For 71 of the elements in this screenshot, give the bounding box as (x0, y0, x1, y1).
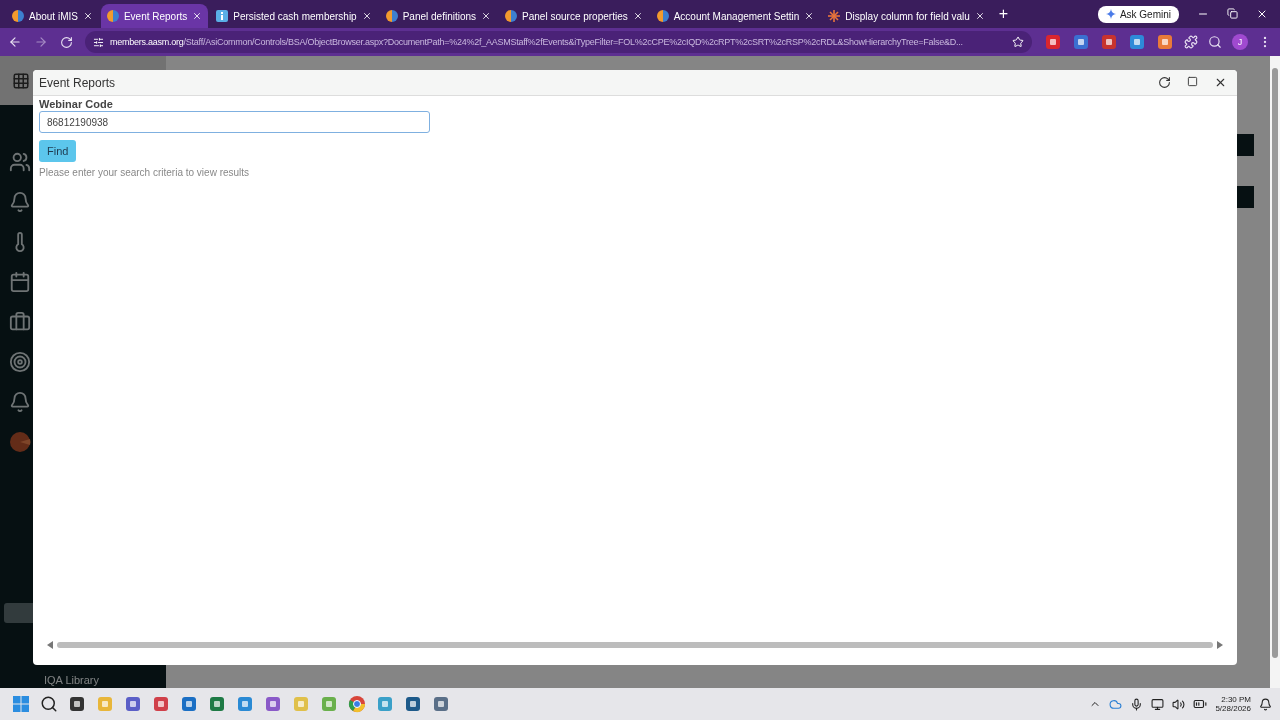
close-icon[interactable] (974, 11, 985, 21)
browser-tab[interactable]: Display column for field valu (822, 4, 991, 28)
logo-icon (505, 10, 518, 22)
calendar-icon[interactable] (9, 271, 31, 293)
close-icon[interactable] (82, 11, 93, 21)
microphone-icon[interactable] (1130, 697, 1144, 711)
chrome-icon[interactable] (348, 695, 366, 713)
scrollbar[interactable] (1272, 68, 1278, 658)
speaker-icon[interactable] (1172, 697, 1186, 711)
app-grid-icon[interactable] (12, 71, 30, 90)
site-settings-icon[interactable] (93, 36, 104, 48)
logo-icon (656, 10, 669, 22)
browser-tab[interactable]: Panel source properties (499, 4, 649, 28)
ask-gemini-button[interactable]: Ask Gemini (1097, 5, 1179, 23)
webinar-code-field[interactable]: 86812190938 (39, 111, 430, 133)
search-icon[interactable] (40, 695, 58, 713)
notification-icon[interactable] (1259, 697, 1272, 711)
clock-time: 2:30 PM (1221, 695, 1251, 704)
briefcase-icon[interactable] (9, 311, 31, 333)
scroll-right-icon[interactable] (1217, 641, 1223, 649)
horizontal-scrollbar[interactable] (57, 642, 1213, 648)
help-text: Please enter your search criteria to view results (39, 167, 250, 178)
battery-icon[interactable] (1193, 697, 1208, 711)
scroll-left-icon[interactable] (47, 641, 53, 649)
restore-icon[interactable] (1227, 8, 1238, 19)
close-icon[interactable] (1214, 76, 1227, 89)
dialog-title: Event Reports (39, 75, 116, 90)
forward-icon[interactable] (34, 35, 48, 49)
browser-tab[interactable]: About iMIS (6, 4, 99, 28)
extension-icon[interactable] (1044, 33, 1062, 51)
search-icon[interactable] (1208, 35, 1222, 49)
monitor-icon[interactable] (1151, 697, 1165, 711)
new-tab-button[interactable]: + (992, 5, 1015, 23)
asterisk-icon (828, 10, 841, 22)
logo-icon (106, 10, 119, 22)
info-icon (216, 10, 229, 22)
close-icon[interactable] (192, 11, 203, 21)
extension-icon[interactable] (1128, 33, 1146, 51)
clock-date: 5/28/2026 (1215, 704, 1251, 713)
sparkle-icon (1105, 9, 1116, 19)
bell-icon[interactable] (9, 191, 31, 213)
maximize-icon[interactable] (1187, 76, 1198, 87)
extension-icon[interactable] (1156, 33, 1174, 51)
find-button[interactable]: Find (39, 140, 77, 162)
close-icon[interactable] (361, 11, 372, 21)
windows-icon[interactable] (12, 695, 30, 713)
logo-icon (12, 10, 24, 22)
cloud-icon[interactable] (1109, 697, 1123, 711)
browser-tab[interactable]: Panel definitions (379, 4, 498, 28)
logo-icon (385, 10, 398, 22)
browser-tab[interactable]: Event Reports (100, 4, 209, 28)
pie-icon[interactable] (9, 431, 31, 453)
people-icon[interactable] (9, 151, 31, 173)
target-icon[interactable] (9, 351, 31, 373)
sidebar-link[interactable]: IQA Library (0, 674, 166, 688)
close-icon[interactable] (632, 11, 643, 21)
extension-icon[interactable] (1072, 33, 1090, 51)
close-icon[interactable] (1256, 8, 1268, 20)
browser-tab[interactable]: Account Management Settin (650, 4, 821, 28)
field-label: Webinar Code (39, 98, 113, 110)
profile-avatar[interactable]: J (1232, 34, 1248, 50)
reload-icon[interactable] (60, 35, 73, 49)
extensions-icon[interactable] (1184, 35, 1198, 49)
star-icon[interactable] (1012, 36, 1024, 48)
browser-tab[interactable]: Persisted cash membership (210, 4, 378, 28)
address-field[interactable]: members.aasm.org/Staff/AsiCommon/Controls/BSA/ObjectBrowser.aspx?DocumentPath=%24%2f_AASMStaff%2fEvents&iTypeFilter=FOL%2cCPE%2cIQD%2cRPT%2cSRT%2cRSP%2cRDL&ShowHierarchyTree=False&D... (85, 31, 1032, 53)
extension-icon[interactable] (1100, 33, 1118, 51)
close-icon[interactable] (804, 11, 815, 21)
refresh-icon[interactable] (1158, 76, 1171, 89)
back-icon[interactable] (8, 35, 22, 49)
close-icon[interactable] (481, 11, 492, 21)
